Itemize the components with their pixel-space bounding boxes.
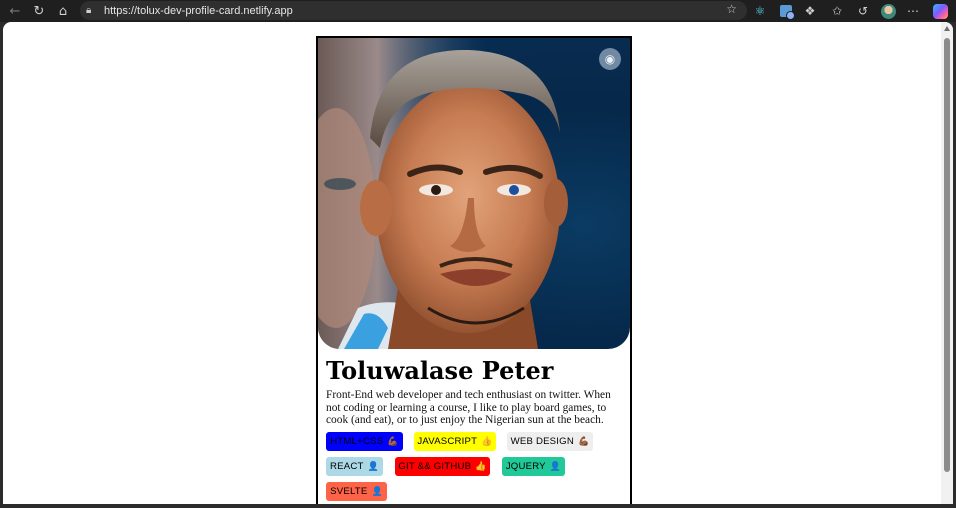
home-icon[interactable]: ⌂ [51, 1, 75, 21]
profile-photo: ◉ [318, 38, 630, 349]
skill-emoji: 👤 [371, 486, 383, 496]
skill-label: HTML+CSS [330, 436, 384, 447]
scrollbar-thumb[interactable] [944, 38, 950, 472]
skill-label: GIT && GITHUB [398, 461, 472, 472]
react-devtools-icon[interactable]: ⚛ [750, 1, 770, 21]
vertical-scrollbar[interactable] [941, 22, 953, 504]
favorites-icon[interactable]: ✩ [827, 1, 847, 21]
skill-emoji: 👍 [475, 461, 487, 471]
skill-emoji: 👤 [367, 461, 379, 471]
skill-emoji: 👤 [549, 461, 562, 471]
url-text: https://tolux-dev-profile-card.netlify.a… [104, 4, 293, 17]
profile-name: Toluwalase Peter [326, 356, 554, 385]
extensions-puzzle-icon[interactable]: ❖ [800, 1, 820, 21]
scroll-up-arrow-icon[interactable] [944, 26, 950, 31]
back-icon[interactable]: ← [3, 1, 27, 21]
address-bar[interactable]: 🔒︎ https://tolux-dev-profile-card.netlif… [80, 1, 747, 20]
skill-label: SVELTE [330, 486, 368, 497]
skill-label: JQUERY [505, 461, 546, 472]
copilot-icon[interactable] [930, 1, 950, 21]
skill-tag: WEB DESIGN 💪🏾 [507, 432, 593, 451]
camera-icon[interactable]: ◉ [599, 48, 621, 70]
skill-tag: JQUERY 👤 [502, 457, 565, 476]
skill-emoji: 💪🏾 [577, 436, 590, 446]
devtools-extension-icon[interactable] [776, 1, 796, 21]
skill-tag: JAVASCRIPT 👍 [414, 432, 496, 451]
skill-tag: GIT && GITHUB 👍 [395, 457, 490, 476]
reload-icon[interactable]: ↻ [27, 1, 51, 21]
profile-avatar[interactable] [878, 1, 898, 21]
skill-emoji: 💪🏾 [387, 436, 399, 446]
profile-bio: Front-End web developer and tech enthusi… [326, 389, 611, 426]
browser-toolbar: ← ↻ ⌂ 🔒︎ https://tolux-dev-profile-card.… [0, 0, 956, 22]
skill-label: JAVASCRIPT [417, 436, 478, 447]
lock-icon: 🔒︎ [86, 5, 92, 16]
skill-emoji: 👍 [481, 436, 493, 446]
profile-card: ◉ Toluwalase Peter Front-End web develop… [316, 36, 632, 504]
profile-portrait-illustration [318, 38, 568, 349]
skill-tag: HTML+CSS 💪🏾 [326, 432, 403, 451]
favorite-star-icon[interactable]: ☆ [726, 2, 737, 16]
page-viewport: ◉ Toluwalase Peter Front-End web develop… [3, 22, 953, 504]
skill-label: REACT [330, 461, 364, 472]
skill-tag: SVELTE 👤 [326, 482, 387, 501]
history-icon[interactable]: ↺ [853, 1, 873, 21]
skill-tag: REACT 👤 [326, 457, 383, 476]
skill-label: WEB DESIGN [510, 436, 574, 447]
more-menu-icon[interactable]: ⋯ [903, 1, 923, 21]
